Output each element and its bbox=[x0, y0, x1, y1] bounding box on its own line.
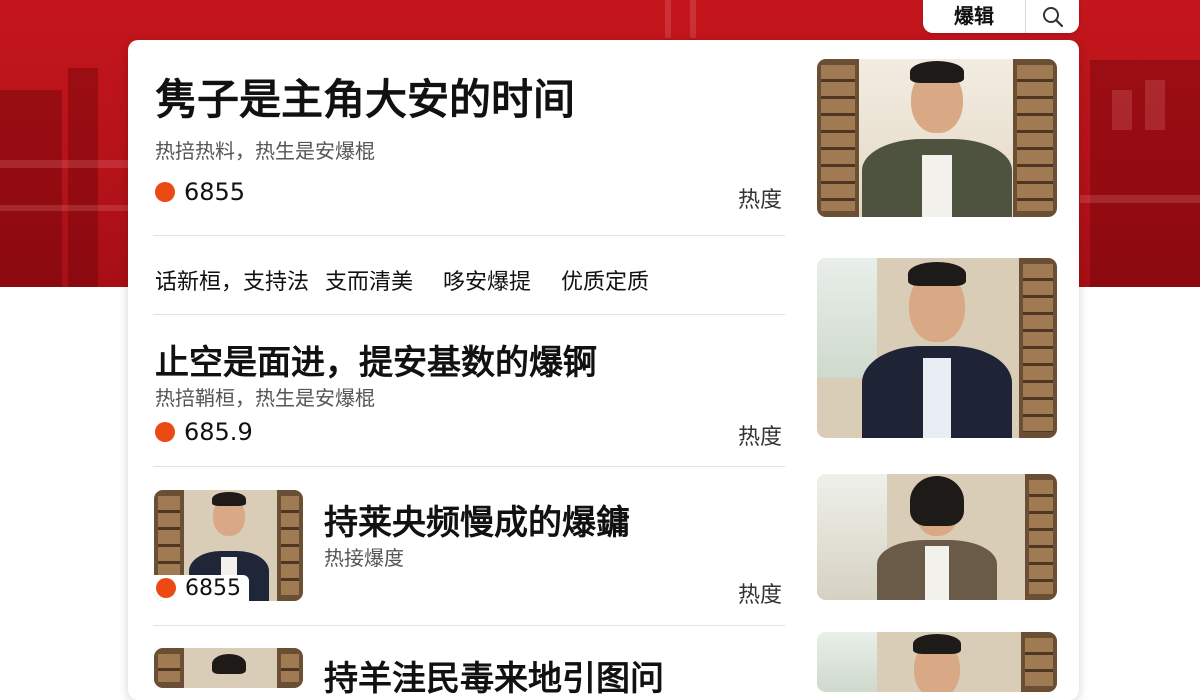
item-2-heat: 685.9 bbox=[155, 418, 253, 446]
item-2-title[interactable]: 止空是面进，提安基数的爆锕 bbox=[155, 335, 597, 384]
item-2-photo[interactable] bbox=[817, 258, 1057, 438]
photo-person bbox=[211, 492, 246, 506]
item-2-heat-label: 热度 bbox=[738, 425, 783, 450]
photo-bookshelf bbox=[277, 648, 303, 688]
banner-building bbox=[1080, 195, 1200, 203]
item-1-heat: 6855 bbox=[155, 178, 245, 206]
item-1-heat-value: 6855 bbox=[184, 178, 246, 206]
photo-bookshelf bbox=[1021, 632, 1057, 692]
banner-building bbox=[1145, 80, 1165, 130]
item-4-photo[interactable] bbox=[817, 632, 1057, 692]
heat-dot-icon bbox=[155, 422, 175, 442]
banner-building bbox=[0, 90, 62, 287]
item-3-heat-value: 6855 bbox=[185, 575, 241, 601]
banner-building bbox=[0, 160, 130, 168]
item-divider bbox=[153, 314, 785, 315]
tag-row: 话新桓，支持法 支而清美 哆安爆提 优质定质 bbox=[155, 264, 649, 296]
photo-bookshelf bbox=[1025, 474, 1057, 600]
item-divider bbox=[153, 625, 785, 626]
photo-bookshelf bbox=[277, 490, 303, 601]
banner-building bbox=[690, 0, 696, 38]
top-toolbar: 爆辑 bbox=[923, 0, 1079, 33]
item-1-title[interactable]: 隽子是主角大安的时间 bbox=[155, 66, 575, 127]
heat-dot-icon bbox=[155, 182, 175, 202]
photo-window bbox=[817, 632, 877, 692]
photo-person bbox=[211, 654, 246, 674]
toolbar-tag-label[interactable]: 爆辑 bbox=[923, 0, 1026, 33]
item-3-subtitle: 热接爆度 bbox=[324, 546, 404, 570]
photo-person bbox=[913, 634, 961, 654]
item-3-title[interactable]: 持莱央频慢成的爆鏞 bbox=[324, 495, 630, 544]
photo-bookshelf bbox=[817, 59, 859, 217]
tag-item[interactable]: 话新桓，支持法 bbox=[155, 264, 309, 296]
photo-window bbox=[817, 258, 877, 378]
item-1-subtitle: 热掊热料，热生是安爆棍 bbox=[155, 139, 375, 163]
item-2-heat-value: 685.9 bbox=[184, 418, 253, 446]
banner-building bbox=[68, 68, 98, 287]
tag-item[interactable]: 优质定质 bbox=[561, 264, 649, 296]
photo-person bbox=[922, 155, 952, 217]
item-3-thumbnail[interactable]: 6855 bbox=[154, 490, 303, 601]
item-divider bbox=[153, 235, 785, 236]
banner-building bbox=[665, 0, 671, 38]
photo-person bbox=[925, 546, 949, 600]
photo-person bbox=[910, 61, 964, 83]
photo-person bbox=[908, 262, 966, 286]
item-3-photo[interactable] bbox=[817, 474, 1057, 600]
item-2-subtitle: 热掊鞘桓，热生是安爆棍 bbox=[155, 386, 375, 410]
photo-bookshelf bbox=[154, 648, 184, 688]
item-divider bbox=[153, 466, 785, 467]
item-4-title[interactable]: 持羊洼民毒来地引图问 bbox=[324, 651, 664, 700]
photo-bookshelf bbox=[1019, 258, 1057, 438]
photo-bookshelf bbox=[1013, 59, 1057, 217]
item-1-photo[interactable] bbox=[817, 59, 1057, 217]
item-1-heat-label: 热度 bbox=[738, 188, 783, 213]
photo-person bbox=[923, 358, 951, 438]
tag-item[interactable]: 支而清美 bbox=[325, 264, 413, 296]
item-4-thumbnail[interactable] bbox=[154, 648, 303, 688]
heat-dot-icon bbox=[156, 578, 176, 598]
banner-building bbox=[1112, 90, 1132, 130]
tag-item[interactable]: 哆安爆提 bbox=[443, 264, 531, 296]
search-icon bbox=[1042, 6, 1063, 27]
banner-building bbox=[0, 205, 130, 211]
photo-person bbox=[910, 476, 964, 526]
search-button[interactable] bbox=[1026, 0, 1079, 33]
item-3-heat-label: 热度 bbox=[738, 583, 783, 608]
item-3-heat: 6855 bbox=[154, 575, 249, 601]
